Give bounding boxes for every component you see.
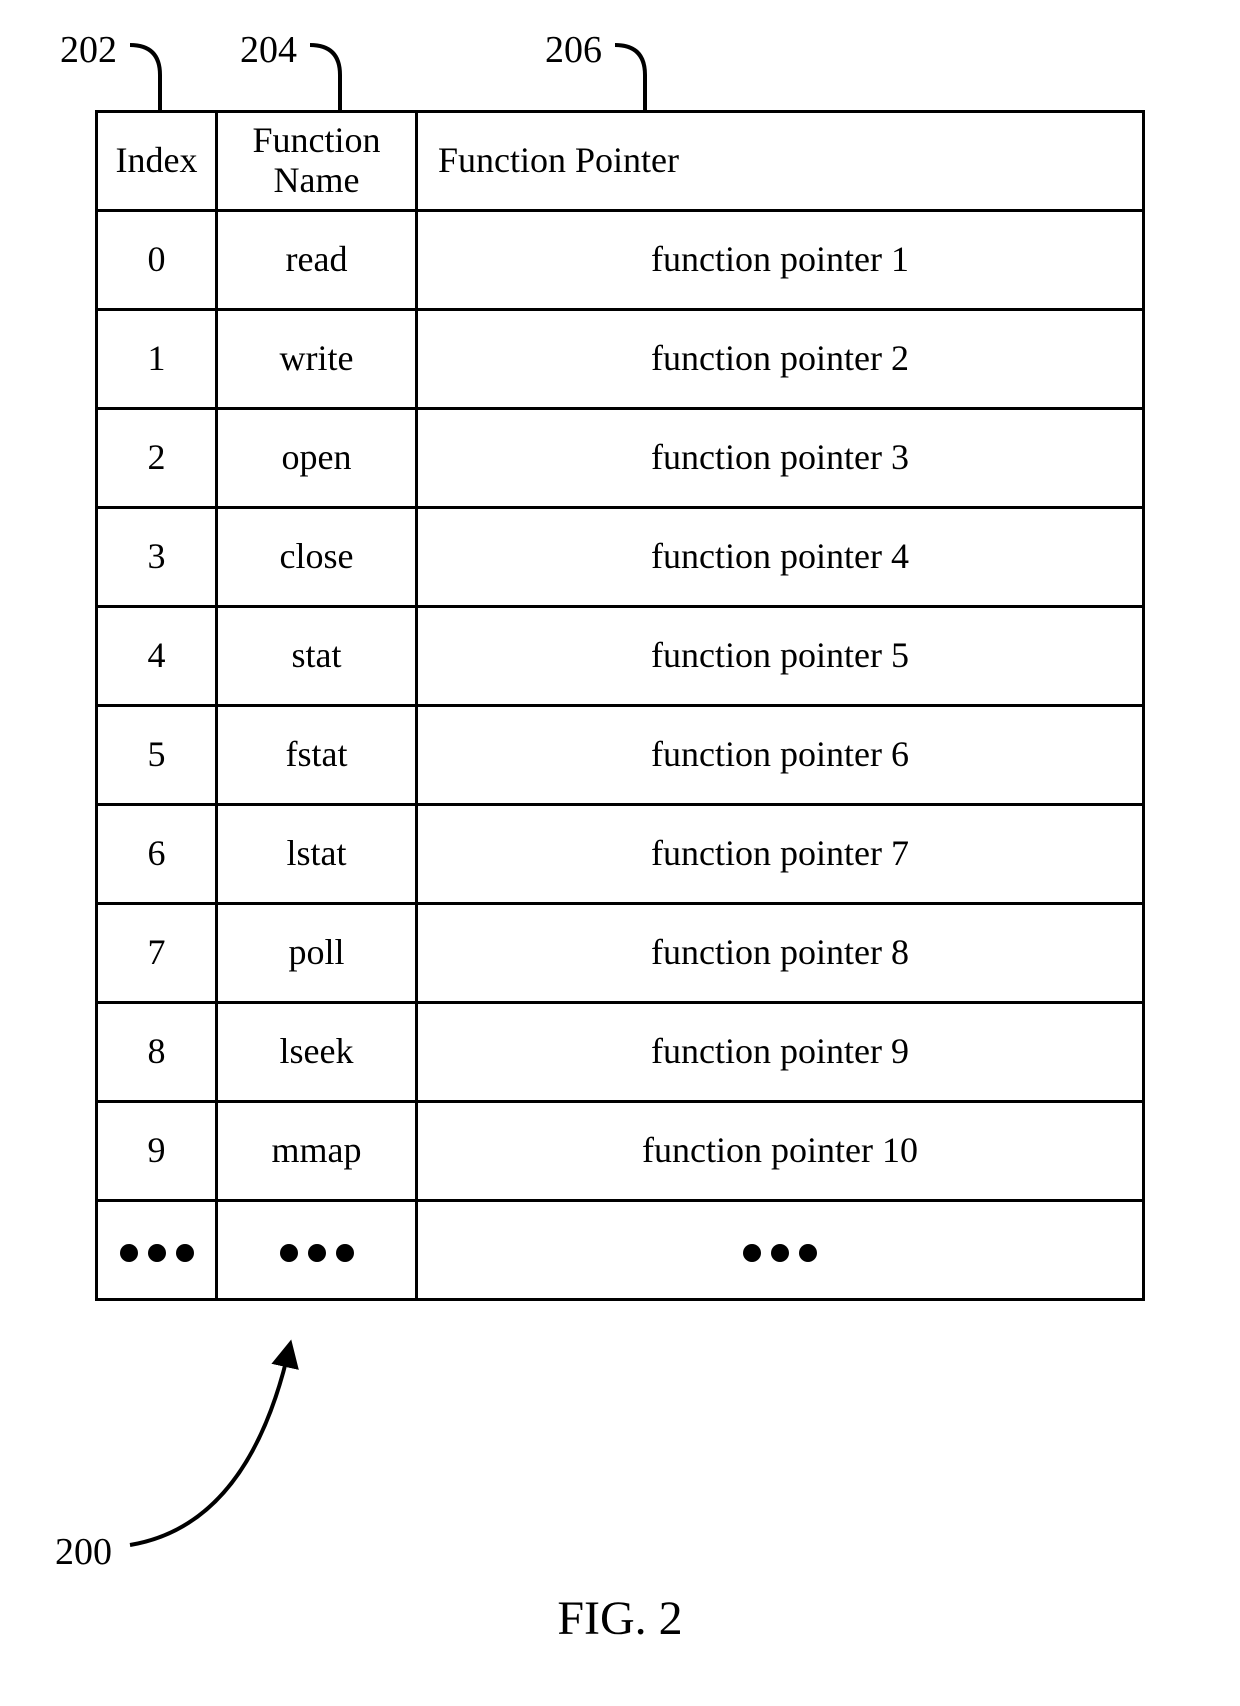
cell-index: 3 xyxy=(97,508,217,607)
cell-index: 4 xyxy=(97,607,217,706)
table-row: 5fstatfunction pointer 6 xyxy=(97,706,1144,805)
table-row: 3closefunction pointer 4 xyxy=(97,508,1144,607)
cell-function-name: poll xyxy=(217,904,417,1003)
table-ellipsis-row xyxy=(97,1201,1144,1300)
table-row: 0readfunction pointer 1 xyxy=(97,211,1144,310)
cell-index: 8 xyxy=(97,1003,217,1102)
cell-index: 1 xyxy=(97,310,217,409)
table-row: 8lseekfunction pointer 9 xyxy=(97,1003,1144,1102)
ellipsis-icon xyxy=(217,1201,417,1300)
cell-function-pointer: function pointer 5 xyxy=(417,607,1144,706)
callout-202: 202 xyxy=(60,28,117,72)
cell-function-pointer: function pointer 9 xyxy=(417,1003,1144,1102)
table-row: 2openfunction pointer 3 xyxy=(97,409,1144,508)
table-row: 6lstatfunction pointer 7 xyxy=(97,805,1144,904)
cell-index: 9 xyxy=(97,1102,217,1201)
cell-function-name: close xyxy=(217,508,417,607)
table-row: 1writefunction pointer 2 xyxy=(97,310,1144,409)
table-row: 4statfunction pointer 5 xyxy=(97,607,1144,706)
cell-function-pointer: function pointer 1 xyxy=(417,211,1144,310)
header-name: Function Name xyxy=(217,112,417,211)
cell-function-name: write xyxy=(217,310,417,409)
table-row: 7pollfunction pointer 8 xyxy=(97,904,1144,1003)
cell-function-name: lseek xyxy=(217,1003,417,1102)
table-header-row: Index Function Name Function Pointer xyxy=(97,112,1144,211)
cell-index: 7 xyxy=(97,904,217,1003)
cell-function-name: stat xyxy=(217,607,417,706)
cell-index: 2 xyxy=(97,409,217,508)
table-row: 9mmapfunction pointer 10 xyxy=(97,1102,1144,1201)
cell-function-pointer: function pointer 2 xyxy=(417,310,1144,409)
cell-function-pointer: function pointer 7 xyxy=(417,805,1144,904)
cell-function-name: lstat xyxy=(217,805,417,904)
ellipsis-icon xyxy=(417,1201,1144,1300)
callout-200: 200 xyxy=(55,1530,112,1574)
cell-function-name: fstat xyxy=(217,706,417,805)
callout-206: 206 xyxy=(545,28,602,72)
header-index: Index xyxy=(97,112,217,211)
header-pointer: Function Pointer xyxy=(417,112,1144,211)
ellipsis-icon xyxy=(97,1201,217,1300)
figure-label: FIG. 2 xyxy=(0,1591,1240,1646)
cell-function-name: read xyxy=(217,211,417,310)
cell-index: 6 xyxy=(97,805,217,904)
syscall-table: Index Function Name Function Pointer 0re… xyxy=(95,110,1145,1301)
cell-function-pointer: function pointer 3 xyxy=(417,409,1144,508)
cell-function-pointer: function pointer 4 xyxy=(417,508,1144,607)
cell-function-pointer: function pointer 10 xyxy=(417,1102,1144,1201)
cell-index: 0 xyxy=(97,211,217,310)
cell-function-name: open xyxy=(217,409,417,508)
cell-function-name: mmap xyxy=(217,1102,417,1201)
cell-function-pointer: function pointer 8 xyxy=(417,904,1144,1003)
callout-204: 204 xyxy=(240,28,297,72)
cell-function-pointer: function pointer 6 xyxy=(417,706,1144,805)
cell-index: 5 xyxy=(97,706,217,805)
